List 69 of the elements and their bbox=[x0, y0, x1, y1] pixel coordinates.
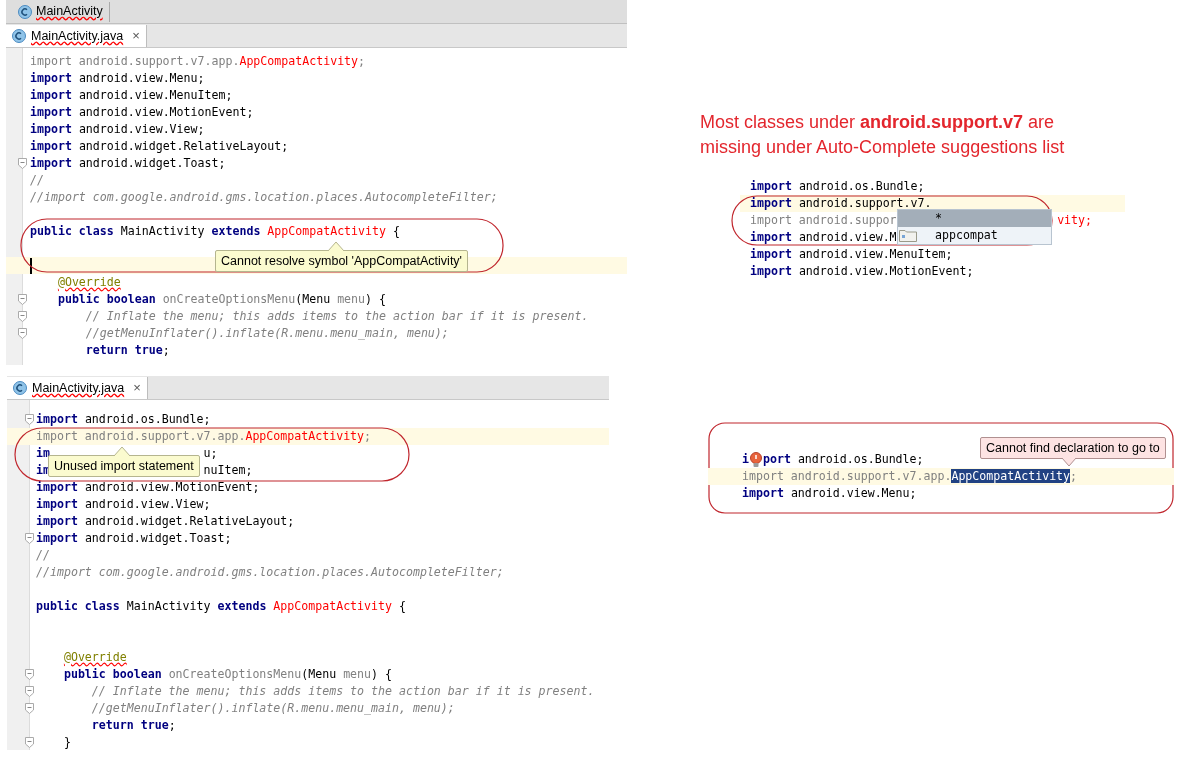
code-fragment: u; bbox=[203, 444, 218, 462]
lightbulb-icon[interactable] bbox=[750, 451, 762, 468]
code-line: //getMenuInflater().inflate(R.menu.menu_main, menu); bbox=[90, 699, 455, 717]
code-line: return true; bbox=[90, 716, 176, 734]
close-icon[interactable]: × bbox=[133, 378, 141, 398]
code-line: import android.os.Bundle; bbox=[36, 410, 211, 428]
code-line: public boolean onCreateOptionsMenu(Menu menu) { bbox=[56, 290, 386, 308]
close-icon[interactable]: × bbox=[132, 26, 140, 46]
code-fragment: import android.view.M bbox=[750, 228, 897, 246]
code-line: import android.view.MenuItem; bbox=[30, 86, 233, 104]
code-line: import android.support.v7. bbox=[750, 194, 932, 212]
fold-marker-icon[interactable] bbox=[18, 158, 27, 169]
code-line: import android.support.v7.app.AppCompatActivity; bbox=[30, 52, 366, 70]
code-line: import android.os.Bundle; bbox=[750, 177, 925, 195]
code-line: //getMenuInflater().inflate(R.menu.menu_main, menu); bbox=[84, 324, 449, 342]
code-line: import android.view.View; bbox=[36, 495, 211, 513]
file-tab[interactable]: MainActivity.java × bbox=[7, 377, 148, 399]
code-line: import android.widget.RelativeLayout; bbox=[30, 137, 289, 155]
code-line: //import com.google.android.gms.location.places.AutocompleteFilter; bbox=[36, 563, 504, 581]
fold-marker-icon[interactable] bbox=[18, 294, 27, 305]
suggestion-item[interactable]: * bbox=[898, 210, 1051, 227]
class-icon bbox=[13, 381, 27, 395]
code-fragment: im bbox=[36, 444, 50, 462]
file-tab[interactable]: MainActivity.java × bbox=[6, 25, 147, 47]
class-icon bbox=[12, 29, 26, 43]
code-fragment: import android.suppor bbox=[750, 211, 897, 229]
code-line: import android.view.MenuItem; bbox=[750, 245, 953, 263]
code-line: import android.widget.Toast; bbox=[30, 154, 226, 172]
fold-marker-icon[interactable] bbox=[25, 686, 34, 697]
code-fragment: port android.os.Bundle; bbox=[763, 450, 924, 468]
code-line: // Inflate the menu; this adds items to the action bar if it is present. bbox=[90, 682, 595, 700]
tooltip-pointer-icon bbox=[1062, 458, 1076, 467]
fold-marker-icon[interactable] bbox=[25, 703, 34, 714]
code-line: import android.view.MotionEvent; bbox=[30, 103, 254, 121]
fold-marker-icon[interactable] bbox=[25, 669, 34, 680]
code-fragment: i bbox=[742, 450, 749, 468]
class-icon bbox=[18, 4, 32, 19]
code-line: } bbox=[62, 733, 71, 750]
code-line: @Override bbox=[56, 273, 121, 291]
code-line: import android.support.v7.app.AppCompatActivity; bbox=[742, 467, 1078, 485]
code-line: //import com.google.android.gms.location.places.AutocompleteFilter; bbox=[30, 188, 498, 206]
code-line: // Inflate the menu; this adds items to the action bar if it is present. bbox=[84, 307, 589, 325]
breadcrumb-item[interactable]: MainActivity bbox=[12, 1, 110, 22]
suggestion-item[interactable]: appcompat bbox=[898, 227, 1051, 244]
code-fragment: nuItem; bbox=[203, 461, 253, 479]
fold-marker-icon[interactable] bbox=[25, 414, 34, 425]
code-line: public class MainActivity extends AppCompatActivity { bbox=[36, 597, 406, 615]
code-line: // bbox=[30, 171, 44, 189]
fold-marker-icon[interactable] bbox=[18, 311, 27, 322]
code-line: import android.view.MotionEvent; bbox=[36, 478, 260, 496]
tooltip-pointer-icon bbox=[114, 446, 130, 456]
code-line: import android.widget.Toast; bbox=[36, 529, 232, 547]
code-line: return true; bbox=[84, 341, 170, 359]
code-line: public boolean onCreateOptionsMenu(Menu menu) { bbox=[62, 665, 392, 683]
code-fragment: vity; bbox=[1057, 211, 1093, 229]
code-line: // bbox=[36, 546, 50, 564]
code-line: import android.view.Menu; bbox=[742, 484, 917, 502]
code-line: import android.view.Menu; bbox=[30, 69, 205, 87]
fold-marker-icon[interactable] bbox=[25, 737, 34, 748]
code-line: public class MainActivity extends AppCompatActivity { bbox=[30, 222, 400, 240]
code-line: import android.view.View; bbox=[30, 120, 205, 138]
tooltip-pointer-icon bbox=[328, 241, 344, 251]
code-line: import android.view.MotionEvent; bbox=[750, 262, 974, 280]
code-line: @Override bbox=[62, 648, 127, 666]
annotation-note: Most classes under android.support.v7 are missing under Auto-Complete suggestions list bbox=[700, 111, 1066, 159]
fold-marker-icon[interactable] bbox=[25, 533, 34, 544]
code-line: import android.widget.RelativeLayout; bbox=[36, 512, 295, 530]
fold-marker-icon[interactable] bbox=[18, 328, 27, 339]
code-line: import android.support.v7.app.AppCompatActivity; bbox=[36, 427, 372, 445]
